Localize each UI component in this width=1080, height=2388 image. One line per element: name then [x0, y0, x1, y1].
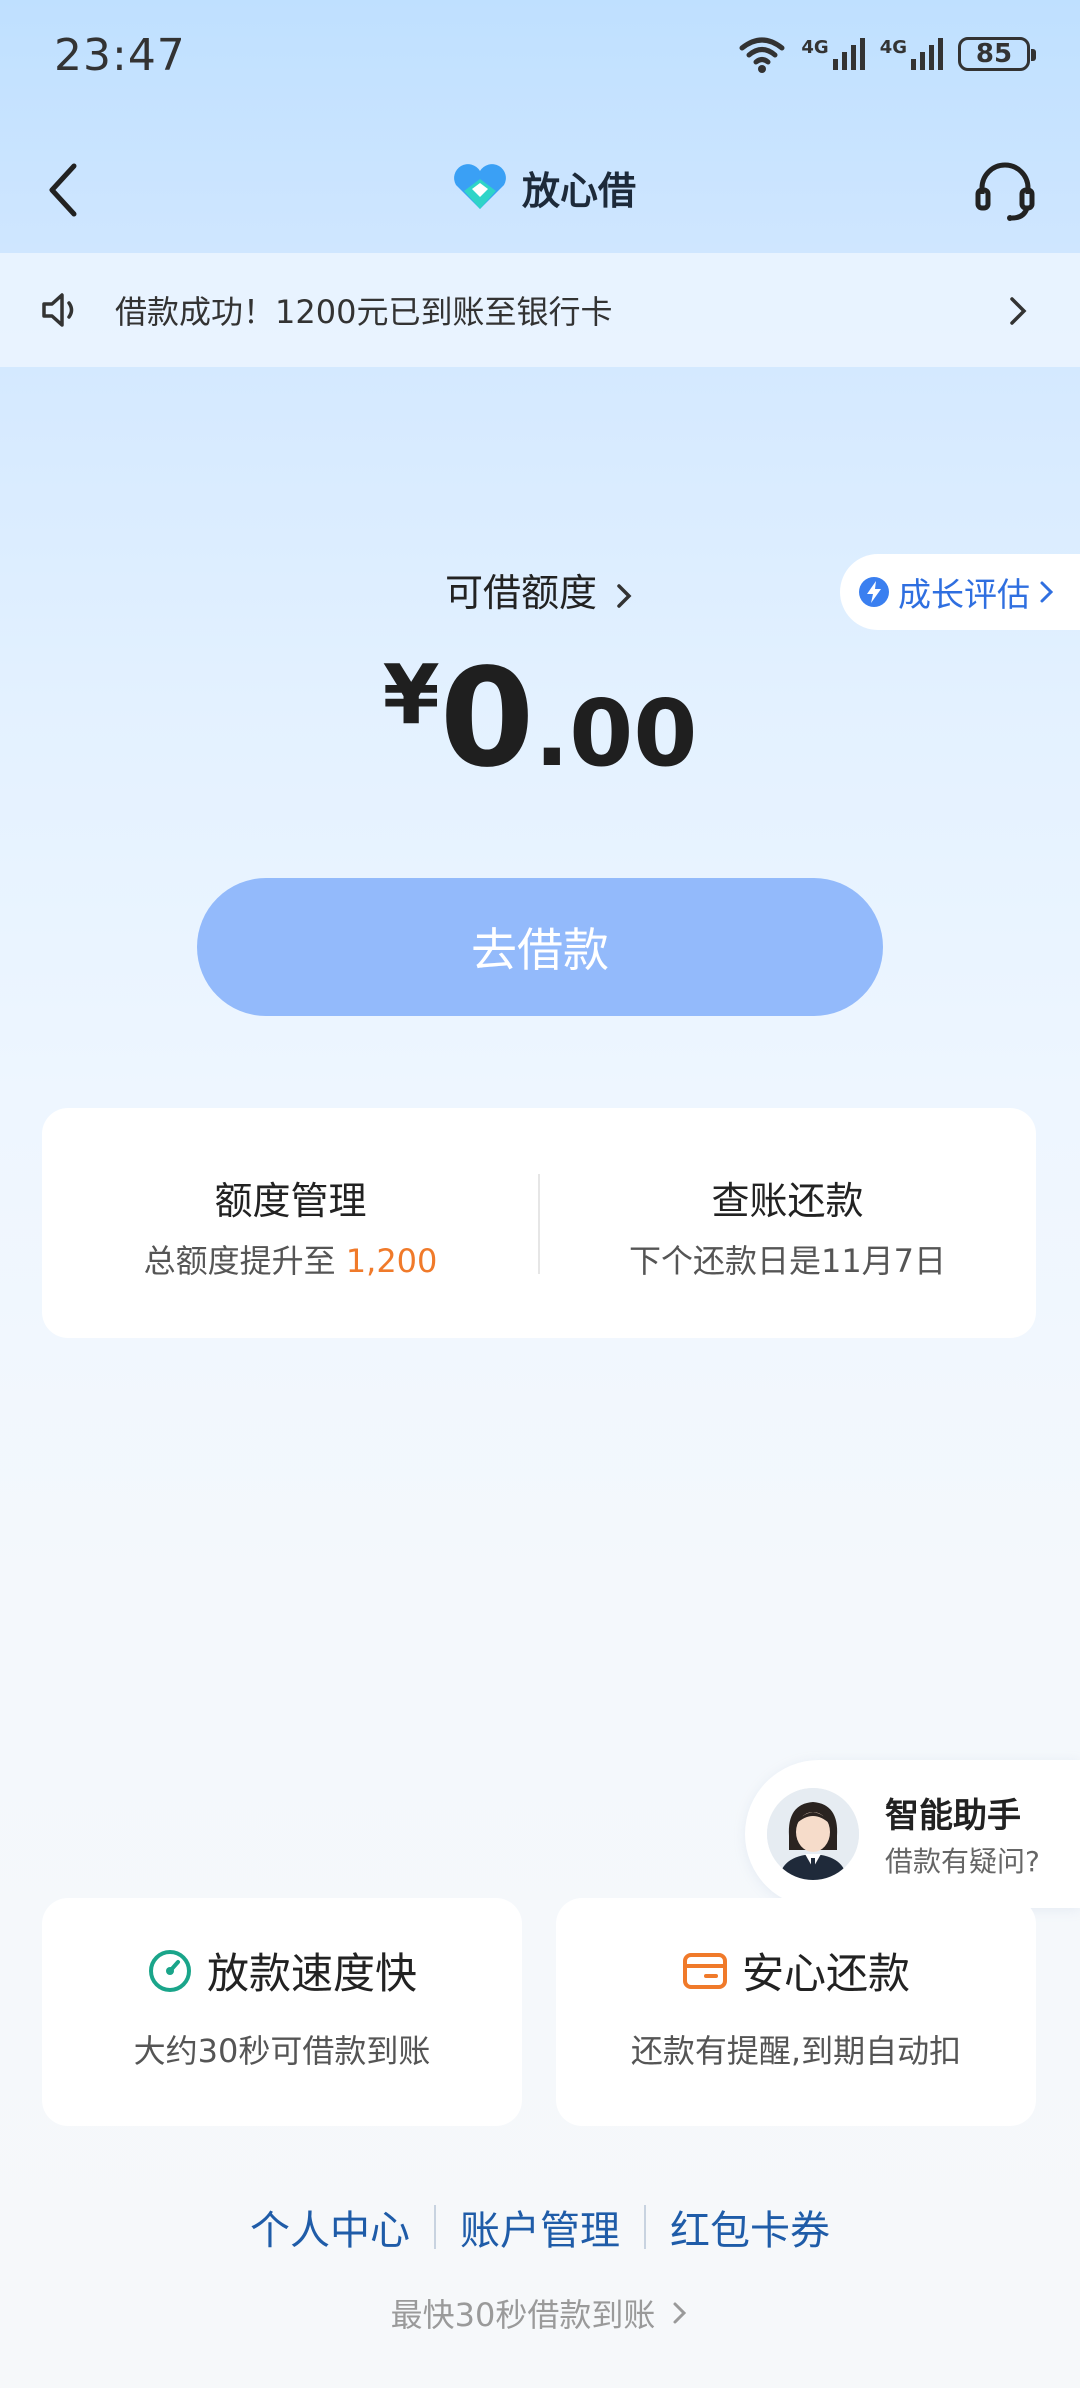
growth-assessment-label: 成长评估 [898, 575, 1030, 614]
growth-assessment-button[interactable]: 成长评估 [840, 554, 1080, 630]
feature-fast-loan: 放款速度快 大约30秒可借款到账 [42, 1898, 522, 2126]
assistant-avatar [767, 1788, 859, 1880]
footer-tip-text: 最快30秒借款到账 [390, 2296, 656, 2334]
quota-amount: ¥0.00 [0, 640, 1080, 798]
borrow-button[interactable]: 去借款 [197, 878, 883, 1016]
card-icon [682, 1952, 727, 1989]
quota-increase-text: 总额度提升至 [143, 1242, 346, 1280]
speaker-icon [42, 293, 74, 327]
chevron-right-icon [1010, 297, 1027, 325]
assistant-title: 智能助手 [885, 1796, 1021, 1836]
lightning-icon [859, 577, 889, 607]
link-personal-center[interactable]: 个人中心 [226, 2198, 434, 2256]
quota-management-title: 额度管理 [214, 1179, 367, 1223]
management-card: 额度管理 总额度提升至 1,200 查账还款 下个还款日是11月7日 [42, 1108, 1036, 1338]
feature-safe-repay-head: 安心还款 [556, 1940, 1036, 2001]
cell-signal-1: 4G [801, 37, 865, 71]
feature-safe-repay-title: 安心还款 [741, 1949, 910, 1998]
bill-repay-title: 查账还款 [711, 1179, 864, 1223]
headset-icon[interactable] [974, 158, 1036, 222]
footer-tip[interactable]: 最快30秒借款到账 [0, 2290, 1080, 2336]
assistant-subtitle: 借款有疑问? [885, 1845, 1040, 1878]
feature-fast-loan-head: 放款速度快 [42, 1940, 522, 2001]
bill-repay-entry[interactable]: 查账还款 下个还款日是11月7日 [539, 1108, 1036, 1338]
battery-indicator: 85 [958, 37, 1036, 71]
signal-bars-icon [911, 38, 943, 70]
link-account-management[interactable]: 账户管理 [436, 2198, 644, 2256]
quota-management-entry[interactable]: 额度管理 总额度提升至 1,200 [42, 1108, 539, 1338]
network-type-label: 4G [801, 37, 829, 58]
quota-management-sub: 总额度提升至 1,200 [42, 1236, 539, 1282]
status-icons: 4G 4G 85 [737, 34, 1036, 74]
battery-level: 85 [975, 39, 1013, 69]
feature-safe-repay: 安心还款 还款有提醒,到期自动扣 [556, 1898, 1036, 2126]
back-chevron-icon[interactable] [40, 160, 90, 220]
smart-assistant-float[interactable]: 智能助手 借款有疑问? [745, 1760, 1080, 1908]
notice-text: 借款成功！1200元已到账至银行卡 [115, 293, 613, 331]
currency-symbol: ¥ [382, 648, 440, 743]
amount-decimal: .00 [534, 680, 698, 787]
status-time: 23:47 [54, 30, 186, 81]
feature-safe-repay-sub: 还款有提醒,到期自动扣 [630, 2032, 962, 2070]
bottom-links: 个人中心 账户管理 红包卡券 [0, 2198, 1080, 2256]
feature-fast-loan-title: 放款速度快 [206, 1949, 417, 1998]
notice-bar[interactable]: 借款成功！1200元已到账至银行卡 [0, 253, 1080, 367]
wifi-icon [739, 37, 785, 73]
heart-logo-icon [454, 163, 506, 209]
link-coupons[interactable]: 红包卡券 [646, 2198, 854, 2256]
avatar-icon [767, 1788, 859, 1880]
chevron-right-icon [1040, 581, 1054, 603]
page-title: 放心借 [522, 169, 637, 213]
cell-signal-2: 4G [880, 37, 944, 71]
next-repay-date: 下个还款日是11月7日 [628, 1242, 947, 1280]
app-logo: 放心借 [450, 160, 636, 215]
chevron-right-icon [673, 2302, 687, 2324]
chevron-right-icon [617, 583, 632, 608]
quota-label-text: 可借额度 [444, 571, 597, 615]
quota-increase-value: 1,200 [345, 1242, 438, 1280]
amount-integer: 0 [439, 640, 535, 798]
feature-fast-loan-sub: 大约30秒可借款到账 [133, 2032, 431, 2070]
network-type-label: 4G [879, 37, 907, 58]
signal-bars-icon [832, 38, 865, 70]
speed-gauge-icon [148, 1949, 191, 1992]
